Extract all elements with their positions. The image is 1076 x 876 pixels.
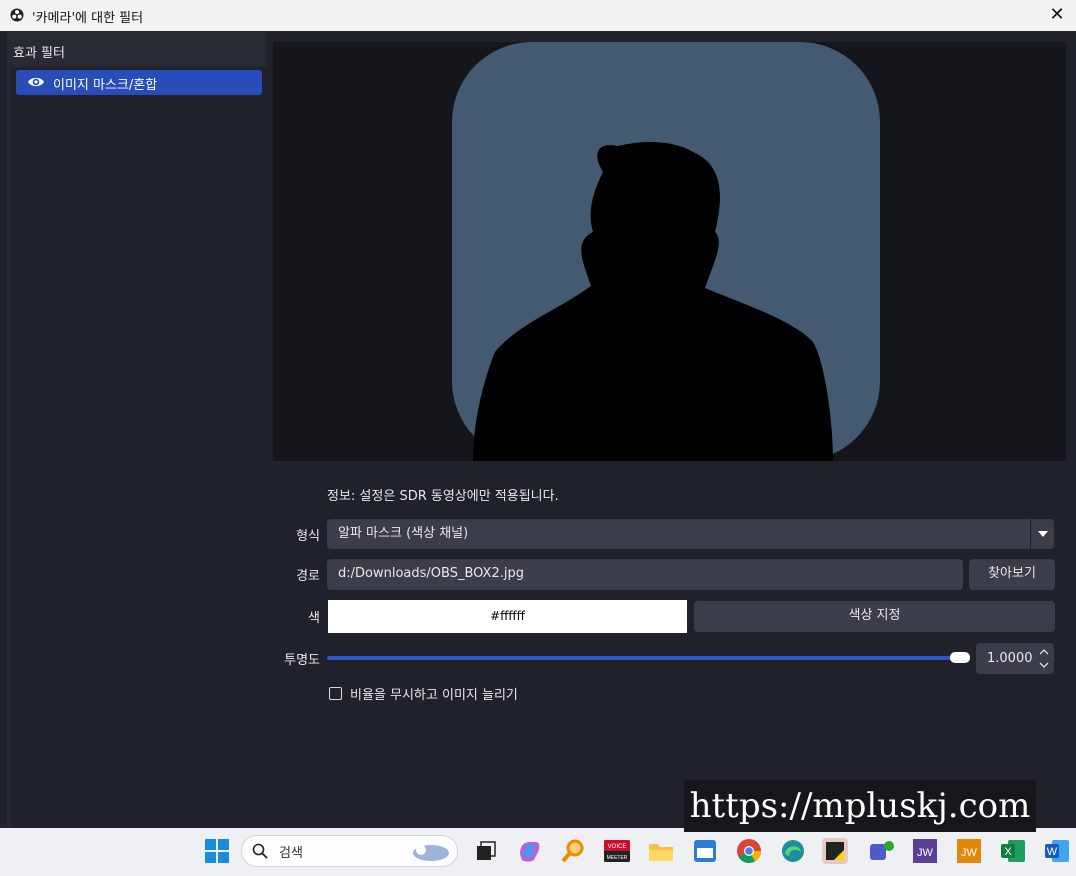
opacity-slider-handle[interactable]: [950, 652, 970, 663]
filter-item-image-mask[interactable]: 이미지 마스크/혼합: [16, 70, 262, 95]
path-input[interactable]: d:/Downloads/OBS_BOX2.jpg: [327, 559, 963, 590]
window-title: '카메라'에 대한 필터: [32, 11, 144, 26]
stretch-option: 비율을 무시하고 이미지 늘리기: [329, 684, 518, 703]
jw-orange-icon[interactable]: JW: [956, 838, 982, 864]
stretch-checkbox[interactable]: [329, 687, 342, 700]
path-label: 경로: [296, 569, 320, 584]
svg-text:MEETER: MEETER: [607, 855, 628, 861]
windows-start-icon[interactable]: [204, 838, 230, 864]
magnifier-app-icon[interactable]: [560, 838, 586, 864]
svg-text:JW: JW: [917, 847, 934, 859]
opacity-spinbox[interactable]: 1.0000: [976, 643, 1054, 674]
svg-text:W: W: [1047, 846, 1058, 858]
opacity-label: 투명도: [284, 653, 320, 668]
excel-icon[interactable]: X: [1000, 838, 1026, 864]
obs-logo-icon: [10, 8, 24, 22]
filter-settings: 정보: 설정은 SDR 동영상에만 적용됩니다. 형식 알파 마스크 (색상 채…: [268, 461, 1068, 828]
search-highlight-icon: [413, 845, 449, 861]
svg-text:JW: JW: [961, 847, 978, 859]
jw-purple-icon[interactable]: JW: [912, 838, 938, 864]
search-placeholder: 검색: [279, 846, 303, 861]
teams-icon[interactable]: [868, 838, 894, 864]
taskbar-search[interactable]: 검색: [241, 835, 458, 867]
effect-filters-panel: 효과 필터 이미지 마스크/혼합: [7, 31, 267, 829]
filter-preview: [273, 42, 1066, 461]
type-select-value: 알파 마스크 (색상 채널): [338, 526, 469, 541]
chrome-icon[interactable]: [736, 838, 762, 864]
taskbar: 검색 VOICE MEETER JW JW X W: [0, 828, 1076, 876]
browse-button[interactable]: 찾아보기: [969, 559, 1055, 590]
copilot-icon[interactable]: [516, 838, 542, 864]
opacity-slider[interactable]: [327, 656, 967, 660]
color-label: 색: [308, 611, 320, 626]
voicemeeter-icon[interactable]: VOICE MEETER: [604, 838, 630, 864]
eye-icon[interactable]: [27, 75, 45, 89]
color-swatch[interactable]: #ffffff: [328, 600, 687, 633]
onenote-icon[interactable]: [692, 838, 718, 864]
close-button[interactable]: ✕: [1046, 4, 1068, 25]
type-select[interactable]: 알파 마스크 (색상 채널): [327, 519, 1054, 549]
filter-list: 이미지 마스크/혼합: [11, 67, 267, 829]
opacity-value: 1.0000: [987, 651, 1033, 666]
spin-arrows-icon[interactable]: [1034, 643, 1054, 674]
svg-text:VOICE: VOICE: [608, 844, 627, 850]
preview-image: [452, 42, 880, 461]
type-label: 형식: [296, 529, 320, 544]
effect-filters-heading: 효과 필터: [13, 46, 65, 61]
filter-item-label: 이미지 마스크/혼합: [53, 78, 158, 93]
chevron-down-icon[interactable]: [1030, 519, 1054, 549]
word-icon[interactable]: W: [1044, 838, 1070, 864]
svg-text:X: X: [1004, 846, 1012, 858]
search-icon: [252, 843, 268, 859]
select-color-button[interactable]: 색상 지정: [694, 601, 1055, 632]
file-explorer-icon[interactable]: [648, 838, 674, 864]
stretch-label[interactable]: 비율을 무시하고 이미지 늘리기: [350, 684, 518, 703]
watermark-text: https://mpluskj.com: [684, 780, 1036, 832]
sticky-notes-icon[interactable]: [822, 838, 848, 864]
title-bar: '카메라'에 대한 필터 ✕: [0, 0, 1076, 31]
info-text: 정보: 설정은 SDR 동영상에만 적용됩니다.: [327, 489, 559, 504]
task-view-icon[interactable]: [472, 838, 498, 864]
edge-icon[interactable]: [780, 838, 806, 864]
path-input-value: d:/Downloads/OBS_BOX2.jpg: [338, 566, 524, 581]
